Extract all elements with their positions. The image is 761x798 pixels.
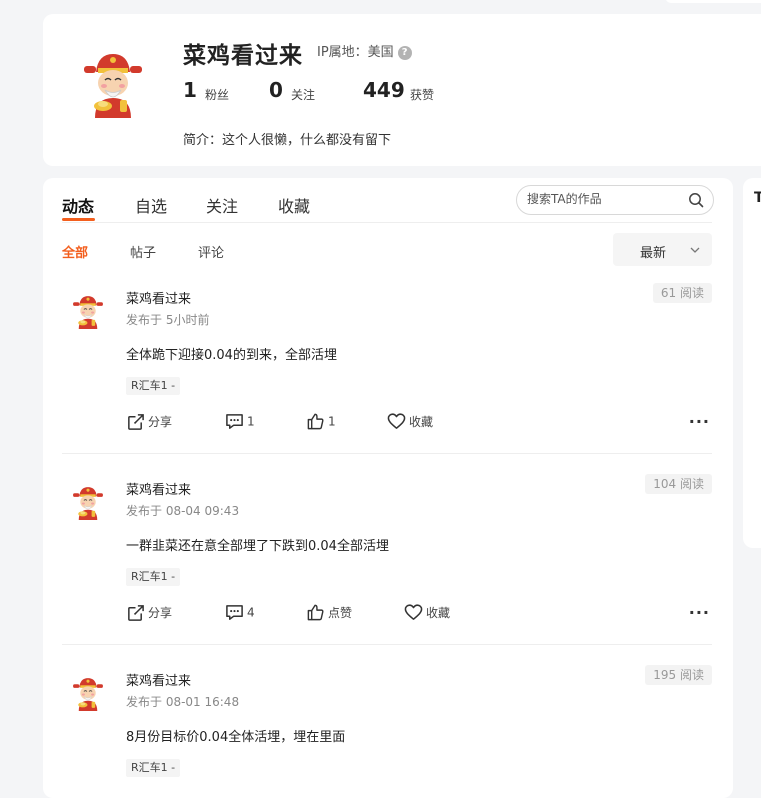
more-options-icon[interactable]: ···: [689, 603, 710, 622]
stock-tag[interactable]: R汇车1 -: [126, 568, 181, 586]
comment-button[interactable]: 4: [225, 603, 255, 623]
search-input[interactable]: [527, 192, 677, 206]
like-button[interactable]: 1: [306, 412, 336, 432]
followers-count[interactable]: 1: [183, 78, 197, 102]
search-box[interactable]: [516, 185, 714, 215]
stock-tag[interactable]: R汇车1 -: [126, 759, 181, 777]
tab-dynamics[interactable]: 动态: [62, 193, 94, 217]
post-divider: [62, 644, 712, 645]
comment-count: 4: [247, 605, 255, 620]
ip-location: IP属地：美国?: [317, 41, 412, 60]
subtab-comments[interactable]: 评论: [198, 242, 224, 261]
tab-following[interactable]: 关注: [206, 193, 238, 217]
heart-icon: [404, 604, 423, 620]
post-time: 发布于 08-04 09:43: [126, 504, 240, 518]
post-author[interactable]: 菜鸡看过来: [126, 479, 191, 498]
sort-label: 最新: [640, 246, 667, 261]
active-tab-indicator: [62, 218, 95, 221]
share-label: 分享: [148, 606, 173, 620]
subtab-all[interactable]: 全部: [62, 242, 88, 261]
more-options-icon[interactable]: ···: [689, 412, 710, 431]
view-count-badge: 61 阅读: [652, 283, 712, 303]
share-button[interactable]: 分享: [126, 412, 172, 432]
post-content[interactable]: 8月份目标价0.04全体活埋，埋在里面: [126, 726, 345, 745]
like-count: 1: [328, 414, 336, 429]
post-item[interactable]: 菜鸡看过来 发布于 08-01 16:48 195 阅读 8月份目标价0.04全…: [62, 663, 712, 786]
post-content[interactable]: 全体跪下迎接0.04的到来，全部活埋: [126, 344, 337, 363]
subtab-posts[interactable]: 帖子: [130, 242, 156, 261]
following-label[interactable]: 关注: [291, 86, 315, 103]
post-author[interactable]: 菜鸡看过来: [126, 288, 191, 307]
tab-favorites[interactable]: 收藏: [278, 193, 310, 217]
comment-button[interactable]: 1: [225, 412, 255, 432]
post-time: 发布于 08-01 16:48: [126, 695, 240, 709]
profile-username: 菜鸡看过来: [183, 43, 303, 69]
favorite-button[interactable]: 收藏: [404, 603, 450, 623]
side-panel-title: T: [754, 190, 761, 206]
search-icon[interactable]: [688, 192, 704, 208]
top-strip: [665, 0, 761, 3]
favorite-label: 收藏: [409, 415, 434, 429]
heart-icon: [387, 413, 406, 429]
thumbs-up-icon: [307, 413, 324, 430]
like-label: 点赞: [328, 606, 353, 620]
post-author[interactable]: 菜鸡看过来: [126, 670, 191, 689]
favorite-label: 收藏: [426, 606, 451, 620]
tab-watchlist[interactable]: 自选: [135, 193, 167, 217]
stock-tag[interactable]: R汇车1 -: [126, 377, 181, 395]
post-time: 发布于 5小时前: [126, 313, 210, 327]
following-count[interactable]: 0: [269, 78, 283, 102]
share-label: 分享: [148, 415, 173, 429]
post-divider: [62, 453, 712, 454]
view-count-badge: 104 阅读: [645, 474, 712, 494]
view-count-badge: 195 阅读: [645, 665, 712, 685]
ip-location-text: IP属地：美国: [317, 45, 394, 60]
avatar[interactable]: [78, 48, 148, 118]
tab-divider: [62, 222, 712, 223]
favorite-button[interactable]: 收藏: [387, 412, 433, 432]
share-button[interactable]: 分享: [126, 603, 172, 623]
likes-received-count: 449: [363, 78, 405, 102]
followers-label[interactable]: 粉丝: [205, 86, 229, 103]
avatar[interactable]: [70, 484, 106, 520]
question-circle-icon[interactable]: ?: [397, 45, 412, 60]
comment-icon: [226, 414, 243, 429]
share-icon: [128, 604, 146, 621]
comment-count: 1: [247, 414, 255, 429]
post-item[interactable]: 菜鸡看过来 发布于 08-04 09:43 104 阅读 一群韭菜还在意全部埋了…: [62, 472, 712, 647]
post-content[interactable]: 一群韭菜还在意全部埋了下跌到0.04全部活埋: [126, 535, 389, 554]
likes-received-label: 获赞: [410, 88, 435, 102]
avatar[interactable]: [70, 675, 106, 711]
post-item[interactable]: 菜鸡看过来 发布于 5小时前 61 阅读 全体跪下迎接0.04的到来，全部活埋 …: [62, 281, 712, 456]
avatar[interactable]: [70, 293, 106, 329]
thumbs-up-icon: [307, 604, 324, 621]
side-panel: [743, 178, 761, 548]
comment-icon: [226, 605, 243, 620]
share-icon: [128, 413, 146, 430]
profile-bio: 简介：这个人很懒，什么都没有留下: [183, 133, 392, 148]
sort-dropdown[interactable]: 最新: [613, 233, 712, 266]
like-button[interactable]: 点赞: [306, 603, 352, 623]
chevron-down-icon: [690, 247, 700, 253]
